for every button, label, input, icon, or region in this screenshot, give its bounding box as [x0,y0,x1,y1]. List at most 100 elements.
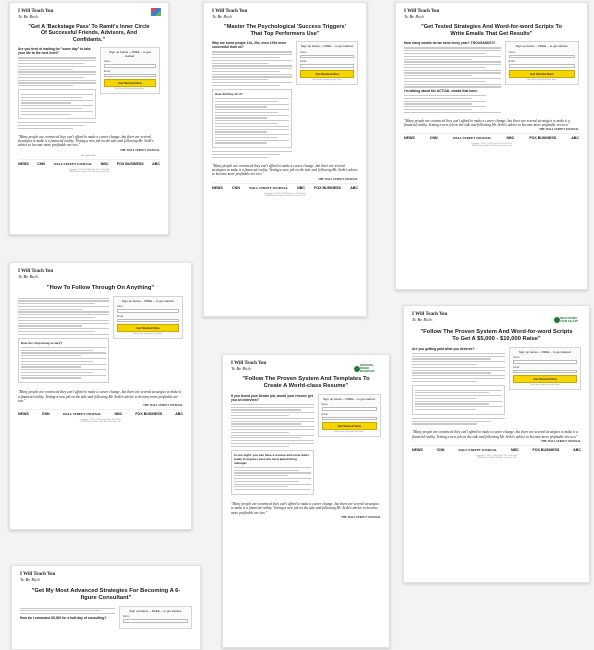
name-input[interactable] [104,64,156,68]
brand-logo[interactable]: I Will Teach You To Be Rich. [404,9,579,19]
box-title: In one night, you can have a resume and … [234,452,309,465]
form-fine-print: We'll never share your info. Ever. [530,384,560,387]
form-title: Sign up below -- FREE -- to get started. [121,298,175,303]
brand-logo[interactable]: I Will Teach You To Be Rich. [212,9,358,19]
form-fine-print: We'll never share your info. Ever. [527,78,557,81]
email-label: Email [321,412,328,416]
brand-logo[interactable]: I Will Teach You To Be Rich. [20,572,192,582]
quote-source: THE WALL STREET JOURNAL [539,128,579,132]
logo-cnn: CNN [41,412,50,417]
featured-label: As featured on [81,154,97,157]
get-started-button[interactable]: Get Started Now [321,422,377,431]
brand-line2: To Be Rich. [18,274,39,279]
brand-logo[interactable]: I Will Teach You To Be Rich. [18,9,160,19]
email-input[interactable] [104,73,156,78]
signup-form: Sign up below -- FREE -- to get started.… [118,605,192,629]
page-headline: "Get A 'Backstage Pass' To Ramit's Inner… [28,24,150,43]
signup-form: Sign up below -- FREE -- to get started.… [509,346,581,391]
footer: Copyright © 2013 | I Will Teach You To B… [412,455,581,459]
testimonial-quote: "Many people are convinced they can't af… [212,163,358,177]
media-logos: NEWS CNN WALL STREET JOURNAL NBC FOX BUSINES… [18,158,160,166]
form-title: Sign up below -- FREE -- to get started. [518,349,572,354]
media-logos: NEWS CNN WALL STREET JOURNAL NBC FOX BUSINES… [404,133,579,140]
lead-question: Are you getting paid what you deserve? [412,346,475,351]
form-fine-print: We'll never share your info. Ever. [133,333,163,336]
box-title: How did they do it? [215,91,243,96]
email-label: Email [300,60,307,64]
address: 1000 Market St Suite 100 San Francisco, … [265,194,305,197]
brand-logo[interactable]: I Will Teach You To Be Rich. [18,269,183,279]
page-headline: "Get My Most Advanced Strategies For Bec… [31,588,181,601]
makeover-label: PERSONAL BRAND MAKEOVER [360,364,375,374]
logo-cnn: CNN [37,161,46,166]
name-input[interactable] [321,407,377,411]
body-copy [20,607,115,615]
footer: Copyright © 2013 | I Will Teach You To B… [18,169,160,173]
email-input[interactable] [321,416,377,421]
signup-form: Sign up below -- FREE -- to get started.… [317,393,381,438]
info-box [18,89,96,120]
address: 1000 Market St Suite 100 San Francisco, … [80,421,121,424]
logo-wsj: WALL STREET JOURNAL [62,412,102,417]
get-started-button[interactable]: Get Started Now [117,324,179,333]
brand-line2: To Be Rich. [212,14,233,19]
get-started-button[interactable]: Get Started Now [508,69,575,78]
name-label: Name [117,305,124,309]
logo-wsj: WALL STREET JOURNAL [53,161,93,166]
list-title: I'm talking about the ACTUAL emails that… [404,89,478,94]
name-input[interactable] [117,309,179,313]
info-box [412,384,506,415]
page-headline: "Get Tested Strategies And Word-for-word… [421,24,562,37]
email-input[interactable] [513,369,577,374]
landing-page-success-triggers: I Will Teach You To Be Rich. "Master The … [203,2,367,317]
info-box: How do I stop being so lazy? [18,337,109,384]
get-started-button[interactable]: Get Started Now [104,79,156,88]
landing-page-follow-through: I Will Teach You To Be Rich. "How To Foll… [9,262,192,530]
form-fine-print: We'll never share your info. Ever. [312,78,342,81]
address: 1000 Market St Suite 100 San Francisco, … [471,145,512,148]
brand-line2: To Be Rich. [18,14,39,19]
logo-news: NEWS [18,161,29,166]
quote-source: THE WALL STREET JOURNAL [341,516,381,520]
name-input[interactable] [508,54,575,59]
media-logos: NEWS CNN WALL STREET JOURNAL NBC FOX BUSINES… [212,182,358,190]
footer: Copyright © 2013 | I Will Teach You To B… [212,193,358,197]
form-fine-print: We'll never share your info. Ever. [115,88,145,91]
lead-question: Are you tired of waiting for "some day" … [18,47,91,56]
address: 1000 Market St Suite 100 San Francisco, … [69,170,109,173]
email-label: Email [508,60,515,64]
signup-form: Sign up below -- FREE -- to get started.… [504,41,579,85]
testimonial-quote: "Many people are convinced they can't af… [412,430,578,439]
logo-fox: FOX BUSINESS [314,185,341,190]
lead-question: If you found your Dream job, would your … [231,393,313,402]
logo-wsj: WALL STREET JOURNAL [452,136,492,141]
quote-source: THE WALL STREET JOURNAL [541,439,581,443]
body-copy [212,51,293,86]
lead-question: Why are some people 10x, 20x, even 100x … [212,41,287,50]
logo-news: NEWS [18,412,29,417]
name-input[interactable] [122,619,188,623]
get-started-button[interactable]: Get Started Now [300,69,354,78]
email-label: Email [104,69,110,73]
signup-form: Sign up below -- FREE -- to get started.… [296,41,358,85]
brand-line2: To Be Rich. [20,577,41,582]
email-input[interactable] [508,64,575,68]
logo-news: NEWS [404,136,415,141]
logo-fox: FOX BUSINESS [529,136,557,141]
get-started-button[interactable]: Get Started Now [513,375,577,384]
body-copy [231,403,314,447]
info-box: How did they do it? [212,88,293,149]
logo-abc: ABC [350,185,358,190]
name-input[interactable] [513,360,577,364]
email-input[interactable] [300,64,354,68]
logo-abc: ABC [175,412,183,417]
brand-line2: To Be Rich. [404,14,425,19]
salary-badge: NEGOTIATING YOUR SALARY [554,311,582,323]
testimonial-quote: "Many people are convinced they can't af… [404,118,570,127]
email-input[interactable] [117,318,179,323]
logo-abc: ABC [152,161,160,166]
name-input[interactable] [300,54,354,59]
name-label: Name [321,403,328,407]
salary-label: NEGOTIATING YOUR SALARY [560,316,579,323]
quote-source: THE WALL STREET JOURNAL [318,177,358,181]
